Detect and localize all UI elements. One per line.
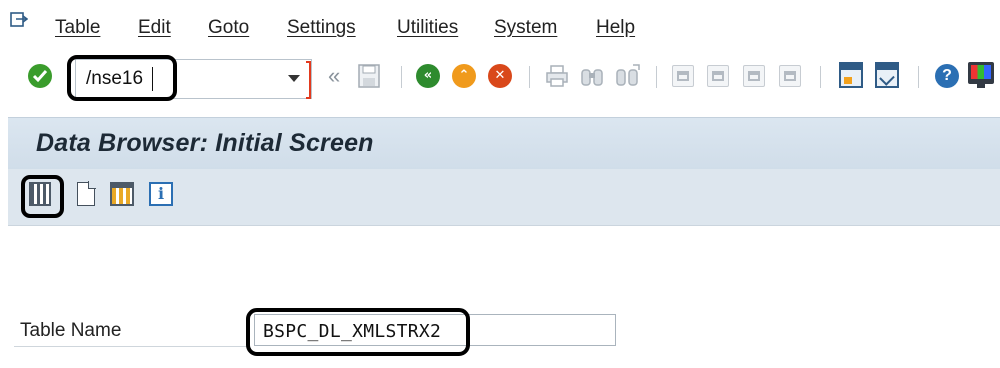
page-title: Data Browser: Initial Screen <box>36 129 374 157</box>
find-next-icon[interactable] <box>615 64 641 88</box>
menu-goto[interactable]: Goto <box>208 17 249 39</box>
toolbar-separator <box>918 66 919 88</box>
back-icon[interactable]: « <box>416 64 440 88</box>
layout-icon[interactable] <box>968 62 994 88</box>
menu-table[interactable]: Table <box>55 17 100 39</box>
find-icon[interactable] <box>580 64 604 88</box>
exit-menu-icon[interactable] <box>10 12 28 28</box>
expand-toolbar-icon[interactable]: « <box>328 63 340 89</box>
menu-bar: Table Edit Goto Settings Utilities Syste… <box>0 0 1000 50</box>
command-highlight-annotation <box>67 55 177 101</box>
create-session-icon[interactable] <box>839 62 863 88</box>
next-page-icon[interactable] <box>743 65 765 87</box>
check-icon[interactable] <box>28 64 52 88</box>
table-name-highlight-annotation <box>246 308 470 356</box>
exit-icon[interactable]: ⌃ <box>452 64 476 88</box>
command-field-edge-marker <box>306 61 311 99</box>
menu-settings[interactable]: Settings <box>287 17 356 39</box>
label-underline <box>14 346 250 347</box>
toolbar-separator <box>401 66 402 88</box>
print-icon[interactable] <box>545 64 569 88</box>
shortcut-icon[interactable] <box>875 62 899 88</box>
toolbar-separator <box>820 66 821 88</box>
chevron-down-icon[interactable] <box>288 75 300 82</box>
table-name-label: Table Name <box>20 320 122 341</box>
toolbar-separator <box>656 66 657 88</box>
save-icon[interactable] <box>358 64 380 88</box>
execute-highlight-annotation <box>21 175 64 218</box>
menu-utilities[interactable]: Utilities <box>397 17 458 39</box>
first-page-icon[interactable] <box>672 65 694 87</box>
table-contents-icon[interactable] <box>110 182 134 206</box>
help-icon[interactable]: ? <box>935 64 959 88</box>
cancel-icon[interactable]: ✕ <box>488 64 512 88</box>
menu-system[interactable]: System <box>494 17 557 39</box>
menu-edit[interactable]: Edit <box>138 17 171 39</box>
menu-help[interactable]: Help <box>596 17 635 39</box>
previous-page-icon[interactable] <box>707 65 729 87</box>
last-page-icon[interactable] <box>779 65 801 87</box>
new-entries-icon[interactable] <box>77 181 96 206</box>
info-icon[interactable]: i <box>149 182 173 206</box>
toolbar-separator <box>529 66 530 88</box>
